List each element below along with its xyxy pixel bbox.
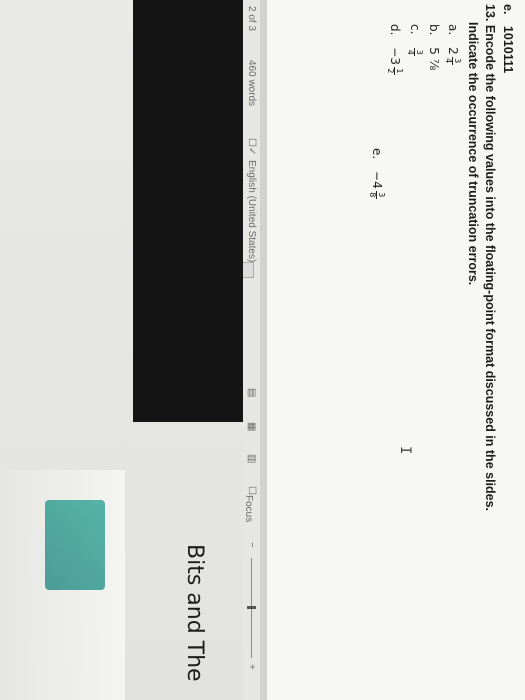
word-count[interactable]: 460 words — [246, 60, 257, 106]
print-layout-icon[interactable]: ▦ — [246, 422, 257, 431]
language-indicator[interactable]: English (United States) — [246, 160, 257, 262]
page-gap — [261, 0, 267, 700]
item-a: a. 234 — [444, 24, 462, 65]
question-line-1: 13. Encode the following values into the… — [483, 4, 497, 511]
read-mode-icon[interactable]: ▤ — [246, 388, 257, 397]
teal-graphic — [45, 500, 105, 590]
focus-button[interactable]: ☐ Focus — [243, 486, 257, 522]
previous-item-label: e. — [501, 4, 515, 15]
item-b: b. 5 ⅞ — [427, 24, 441, 71]
item-e: e. −4 3 8 — [368, 148, 386, 199]
status-bar: 2 of 3 460 words ☐✓ English (United Stat… — [241, 0, 261, 700]
fraction: 38 — [368, 190, 386, 199]
page-count[interactable]: 2 of 3 — [246, 6, 257, 31]
zoom-out-button[interactable]: − — [246, 542, 257, 548]
background-window-title: Bits and The — [182, 544, 207, 682]
zoom-in-button[interactable]: + — [246, 664, 257, 670]
document-page[interactable]: e. 1010111 13. Encode the following valu… — [267, 0, 525, 700]
fraction: 34 — [406, 48, 424, 57]
web-layout-icon[interactable]: ▥ — [246, 454, 257, 463]
text-cursor-icon: I — [397, 446, 413, 455]
question-text-1: Encode the following values into the flo… — [483, 24, 497, 512]
previous-item: e. 1010111 — [501, 4, 515, 73]
rotated-screen: e. 1010111 13. Encode the following valu… — [0, 0, 525, 700]
item-c: c. 34 — [406, 24, 424, 57]
previous-item-value: 1010111 — [501, 25, 515, 74]
zoom-slider-handle[interactable] — [247, 606, 256, 609]
question-line-2: Indicate the occurrence of truncation er… — [466, 22, 480, 286]
proofing-icon[interactable]: ☐✓ — [246, 138, 257, 155]
fraction: 12 — [386, 66, 404, 75]
question-number: 13. — [483, 4, 497, 22]
dark-panel — [133, 0, 243, 422]
item-d: d. −3 1 2 — [386, 24, 404, 75]
fraction: 34 — [444, 56, 462, 65]
